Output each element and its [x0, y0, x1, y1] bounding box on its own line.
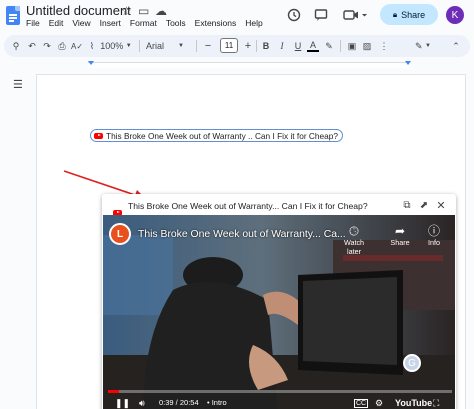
pencil-icon: ✎: [414, 40, 423, 51]
preview-title[interactable]: This Broke One Week out of Warranty... C…: [128, 201, 368, 211]
redo-icon[interactable]: ↷: [41, 39, 53, 53]
document-title[interactable]: Untitled document: [26, 3, 131, 18]
info-icon: ⓘ: [427, 224, 440, 238]
increase-font-icon[interactable]: +: [242, 39, 254, 53]
menu-view[interactable]: View: [72, 18, 90, 28]
font-value: Arial: [146, 41, 165, 51]
spellcheck-icon[interactable]: A✓: [71, 39, 83, 53]
info-button[interactable]: ⓘ Info: [418, 224, 450, 247]
underline-icon[interactable]: U: [292, 39, 304, 53]
menu-extensions[interactable]: Extensions: [195, 18, 237, 28]
menu-edit[interactable]: Edit: [49, 18, 64, 28]
menu-tools[interactable]: Tools: [166, 18, 186, 28]
decrease-font-icon[interactable]: −: [202, 39, 214, 53]
insert-image-icon[interactable]: ▨: [361, 39, 373, 53]
zoom-value: 100%: [100, 41, 124, 51]
star-icon[interactable]: ☆: [121, 4, 132, 18]
share-video-label: Share: [390, 238, 410, 247]
comment-icon[interactable]: [312, 6, 330, 24]
share-label: Share: [401, 9, 426, 20]
font-size-input[interactable]: 11: [220, 38, 238, 53]
avatar[interactable]: K: [446, 6, 464, 24]
search-menus-icon[interactable]: ⚲: [10, 39, 22, 53]
close-icon[interactable]: ✕: [435, 199, 447, 212]
info-label: Info: [428, 238, 440, 247]
youtube-logo[interactable]: YouTube: [395, 398, 432, 408]
italic-icon[interactable]: I: [276, 39, 288, 53]
print-icon[interactable]: ⎙: [56, 39, 68, 53]
zoom-select[interactable]: 100% ▼: [99, 39, 133, 53]
grammarly-badge[interactable]: G: [403, 354, 421, 372]
video-progress-bar[interactable]: [108, 390, 452, 393]
chevron-down-icon: ▼: [125, 43, 132, 49]
docs-logo-icon[interactable]: [6, 6, 20, 25]
channel-logo[interactable]: L: [109, 223, 131, 245]
menu-format[interactable]: Format: [130, 18, 157, 28]
video-title[interactable]: This Broke One Week out of Warranty... C…: [138, 229, 346, 240]
insert-comment-icon[interactable]: ▣: [346, 39, 358, 53]
menu-bar: File Edit View Insert Format Tools Exten…: [26, 18, 263, 28]
pause-icon[interactable]: ❚❚: [115, 398, 130, 409]
share-video-button[interactable]: ➦ Share: [384, 224, 416, 247]
menu-insert[interactable]: Insert: [100, 18, 121, 28]
lock-icon: 🔒︎: [392, 9, 398, 19]
chevron-down-icon: ▼: [178, 43, 184, 49]
youtube-smart-chip[interactable]: This Broke One Week out of Warranty .. C…: [90, 129, 343, 142]
menu-help[interactable]: Help: [245, 18, 262, 28]
toolbar: ⚲ ↶ ↷ ⎙ A✓ ⌇ 100% ▼ Arial ▼ − 11 + B I U …: [4, 35, 470, 57]
history-icon[interactable]: [285, 6, 303, 24]
collapse-icon[interactable]: ⌃: [450, 39, 462, 53]
text-color-icon[interactable]: A: [307, 39, 319, 52]
share-arrow-icon: ➦: [394, 224, 406, 238]
share-button[interactable]: 🔒︎ Share: [380, 4, 438, 25]
ruler[interactable]: [36, 60, 466, 70]
undo-icon[interactable]: ↶: [26, 39, 38, 53]
highlight-icon[interactable]: ✎: [323, 39, 335, 53]
youtube-icon: [94, 132, 103, 139]
video-controls: ❚❚ 🔊︎ 0:39 / 20:54 • Intro CC ⚙ YouTube …: [103, 396, 455, 409]
copy-icon[interactable]: ⧉: [401, 199, 413, 211]
settings-icon[interactable]: ⚙: [375, 398, 383, 409]
clock-icon: 🕓︎: [349, 224, 359, 238]
cloud-saved-icon[interactable]: ☁: [155, 4, 167, 18]
time-display: 0:39 / 20:54: [159, 398, 199, 407]
chevron-down-icon: ▼: [425, 43, 431, 49]
watch-later-button[interactable]: 🕓︎ Watch later: [338, 224, 370, 256]
font-select[interactable]: Arial ▼: [146, 39, 192, 53]
captions-icon[interactable]: CC: [354, 399, 369, 408]
chip-text: This Broke One Week out of Warranty .. C…: [106, 130, 338, 141]
open-new-icon[interactable]: ⬈: [418, 199, 430, 211]
docs-window: Untitled document ☆ ▭ ☁ File Edit View I…: [0, 0, 474, 409]
volume-icon[interactable]: 🔊︎: [139, 398, 145, 409]
progress-fill: [108, 390, 119, 393]
meet-icon[interactable]: [341, 6, 369, 24]
more-icon[interactable]: ⋮: [378, 39, 390, 53]
outline-icon[interactable]: ☰: [13, 78, 23, 91]
folder-move-icon[interactable]: ▭: [138, 4, 149, 18]
menu-file[interactable]: File: [26, 18, 40, 28]
editing-mode-select[interactable]: ✎ ▼: [408, 39, 438, 53]
bold-icon[interactable]: B: [260, 39, 272, 53]
fullscreen-icon[interactable]: ⛶: [433, 398, 439, 409]
paint-format-icon[interactable]: ⌇: [86, 39, 98, 53]
chapter-label[interactable]: • Intro: [207, 398, 227, 407]
watch-later-label: Watch later: [343, 238, 365, 256]
